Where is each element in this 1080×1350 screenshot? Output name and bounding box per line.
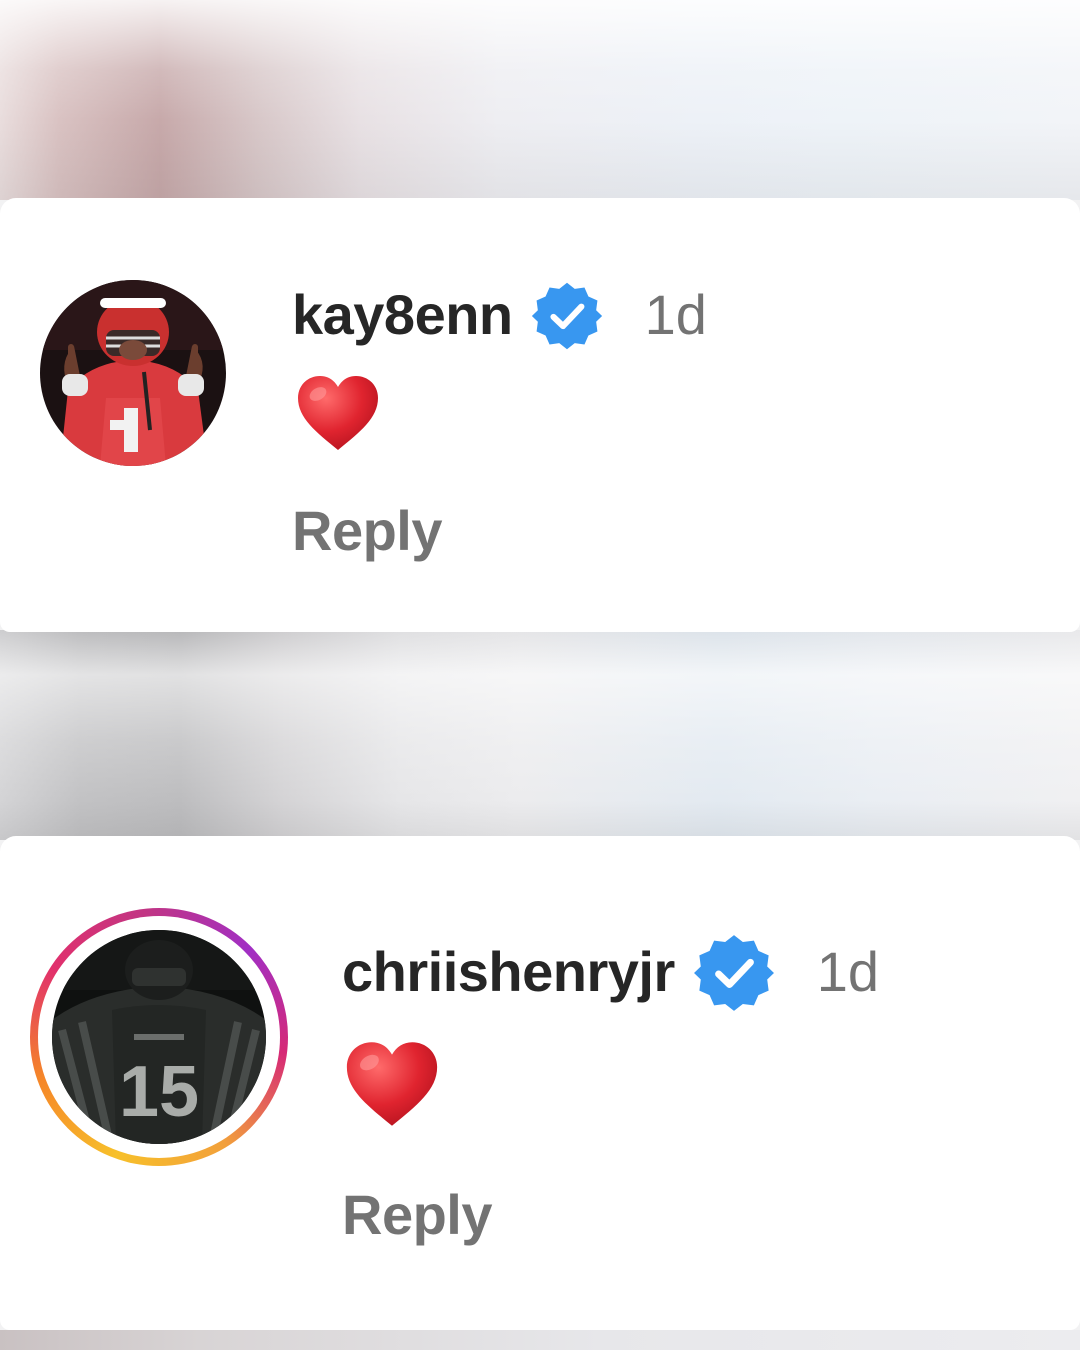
heart-emoji-icon <box>344 1040 440 1128</box>
comment-header: chriishenryjr 1d <box>342 928 879 1014</box>
reply-button[interactable]: Reply <box>342 1182 493 1247</box>
avatar[interactable] <box>40 280 226 466</box>
blurred-background-top <box>0 0 1080 200</box>
reply-button[interactable]: Reply <box>292 498 443 563</box>
football-player-dark-jersey-avatar-icon: 15 <box>52 930 266 1144</box>
username-link[interactable]: kay8enn <box>292 282 513 347</box>
football-player-red-jersey-avatar-icon <box>40 280 226 466</box>
jersey-number: 15 <box>119 1052 199 1132</box>
comment-card: kay8enn 1d Reply <box>0 198 1080 632</box>
verified-badge-icon <box>693 932 775 1014</box>
username-link[interactable]: chriishenryjr <box>342 939 675 1004</box>
comment-card: 15 chriishenryjr 1d Reply <box>0 836 1080 1330</box>
heart-emoji-icon <box>296 374 380 452</box>
verified-badge-icon <box>531 280 603 352</box>
blurred-background-bottom <box>0 1330 1080 1350</box>
comment-header: kay8enn 1d <box>292 276 707 352</box>
comment-timestamp: 1d <box>644 282 707 346</box>
blurred-background-middle <box>0 630 1080 840</box>
comment-timestamp: 1d <box>816 939 880 1003</box>
avatar[interactable]: 15 <box>52 930 266 1144</box>
